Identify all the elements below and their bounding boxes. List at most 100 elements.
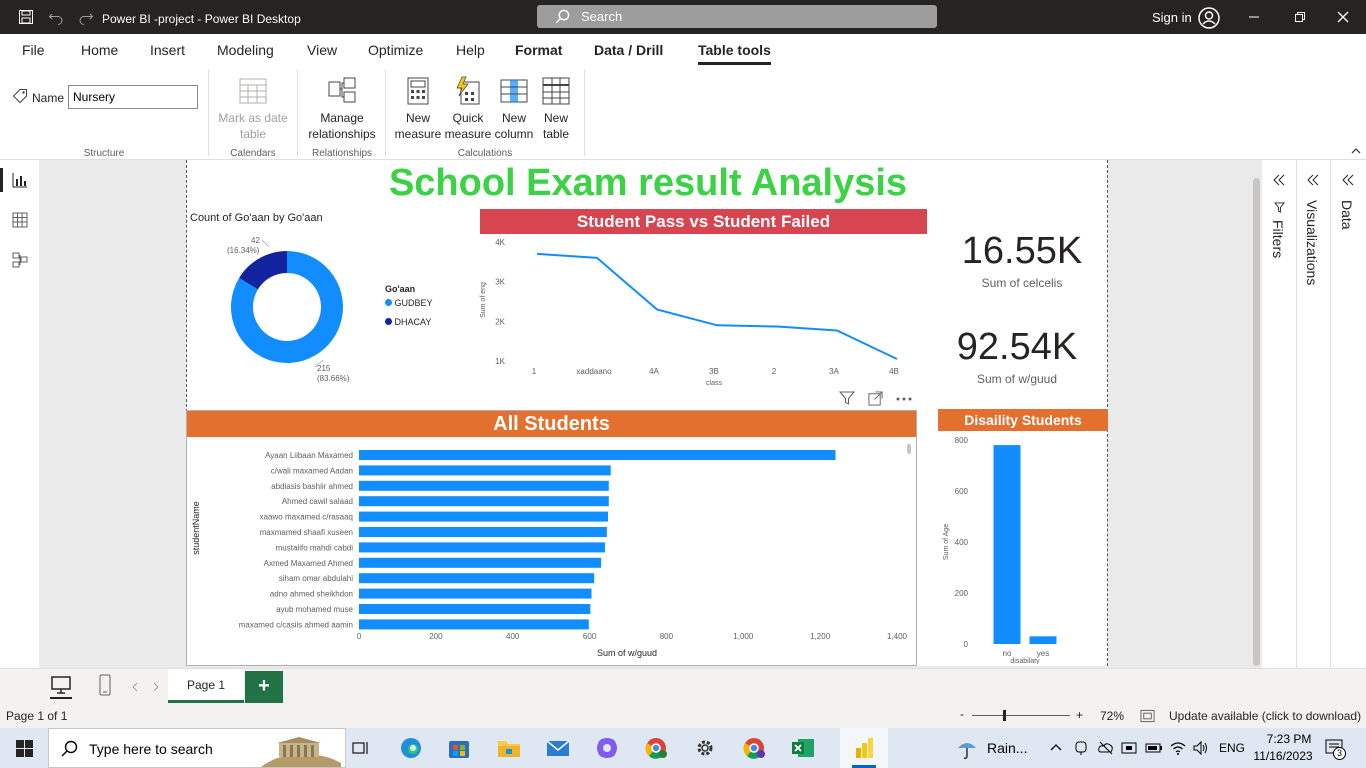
expand-visualizations-icon[interactable] (1307, 174, 1319, 186)
desktop-layout-icon[interactable] (50, 675, 72, 695)
search-box[interactable]: Search (537, 5, 937, 28)
file-explorer-icon[interactable] (496, 736, 522, 760)
tab-insert[interactable]: Insert (150, 42, 185, 58)
bar-scroll-thumb (907, 444, 911, 454)
mail-icon[interactable] (545, 736, 571, 760)
close-icon[interactable] (1337, 11, 1349, 23)
excel-icon[interactable] (790, 736, 816, 760)
new-table-button[interactable]: New table (536, 76, 576, 142)
next-page-icon[interactable] (152, 682, 160, 692)
expand-filters-icon[interactable] (1273, 174, 1285, 186)
visualizations-pane-label[interactable]: Visualizations (1304, 200, 1320, 285)
chrome-profile-icon[interactable] (741, 736, 767, 760)
table-name-input[interactable] (68, 85, 198, 109)
focus-mode-icon[interactable] (868, 391, 883, 406)
more-options-icon[interactable] (895, 396, 913, 402)
account-icon[interactable] (1198, 7, 1220, 29)
minimize-icon[interactable] (1248, 11, 1260, 23)
wifi-icon[interactable] (1170, 740, 1186, 756)
student-bar (359, 527, 607, 537)
legend-item-gudbey[interactable]: GUDBEY (385, 298, 433, 308)
tab-data-drill[interactable]: Data / Drill (594, 42, 663, 58)
line-x-tick: 4A (649, 367, 659, 376)
student-name-label: c/wali maxamed Aadan (271, 466, 353, 475)
prev-page-icon[interactable] (131, 682, 139, 692)
student-name-label: adno ahmed sheikhdon (270, 590, 353, 599)
zoom-out-button[interactable]: - (960, 707, 964, 721)
device-icon[interactable] (1121, 740, 1137, 756)
tab-help[interactable]: Help (456, 42, 485, 58)
mobile-layout-icon[interactable] (98, 674, 112, 696)
students-bar-chart[interactable]: Ayaan Liibaan Maxamed c/wali maxamed Aada… (187, 438, 915, 664)
undo-icon[interactable] (48, 9, 64, 25)
expand-data-icon[interactable] (1342, 174, 1354, 186)
filter-icon[interactable] (839, 390, 855, 406)
tab-optimize[interactable]: Optimize (368, 42, 423, 58)
windows-start-icon[interactable] (16, 740, 33, 757)
store-icon[interactable] (446, 736, 472, 760)
powerbi-taskbar-button[interactable] (840, 728, 888, 768)
title-bar: Power BI -project - Power BI Desktop Sea… (0, 0, 1366, 34)
fit-to-page-icon[interactable] (1140, 709, 1155, 723)
line-x-tick: xaddaano (576, 367, 612, 376)
sign-in-link[interactable]: Sign in (1152, 10, 1192, 25)
cloud-offline-icon[interactable] (1098, 740, 1114, 756)
weather-icon[interactable] (955, 736, 979, 760)
tab-format[interactable]: Format (515, 42, 562, 58)
filters-pane-label[interactable]: Filters (1270, 220, 1286, 258)
save-icon[interactable] (18, 9, 34, 25)
taskbar-search-box[interactable]: Type here to search (48, 728, 346, 768)
weather-text[interactable]: Rain... (987, 740, 1027, 756)
tab-file[interactable]: File (22, 42, 45, 58)
report-view-icon[interactable] (12, 172, 28, 188)
model-view-icon[interactable] (12, 252, 28, 268)
battery-icon[interactable] (1145, 741, 1163, 755)
new-measure-button[interactable]: New measure (394, 76, 442, 142)
restore-icon[interactable] (1294, 11, 1306, 23)
donut-label-value: 42 (251, 236, 260, 245)
tab-table-tools[interactable]: Table tools (698, 42, 771, 65)
chrome-icon[interactable] (643, 736, 669, 760)
task-view-icon[interactable] (352, 740, 370, 756)
disability-bar-chart[interactable]: 0 200 400 600 800 Sum of Age no yesdisabilaty (938, 432, 1108, 664)
canvas-scrollbar[interactable] (1253, 178, 1260, 666)
line-y-axis-label: Sum of eng (480, 282, 487, 318)
copilot-icon[interactable] (594, 736, 620, 760)
legend-item-dhacay[interactable]: DHACAY (385, 317, 431, 327)
line-chart[interactable]: 1K 2K 3K 4K Sum of eng 1 xaddaano 4A 3B 2 3A 4B clas… (477, 234, 917, 390)
redo-icon[interactable] (78, 9, 94, 25)
clock-time[interactable]: 7:23 PM (1262, 732, 1316, 746)
mark-as-date-table-button[interactable]: Mark as date table (214, 76, 292, 142)
table-view-icon[interactable] (12, 212, 28, 228)
volume-icon[interactable] (1193, 740, 1210, 756)
bar-x-tick: 200 (429, 632, 443, 641)
new-column-button[interactable]: New column (492, 76, 536, 142)
settings-gear-icon[interactable] (692, 736, 718, 760)
zoom-slider[interactable] (972, 715, 1070, 716)
update-available-link[interactable]: Update available (click to download) (1169, 709, 1361, 723)
collapse-ribbon-icon[interactable] (1350, 146, 1362, 156)
disability-chart-title: Disaility Students (938, 409, 1108, 431)
edge-icon[interactable] (398, 736, 424, 760)
student-bar (359, 496, 609, 507)
tab-home[interactable]: Home (81, 42, 118, 58)
show-hidden-icons-icon[interactable] (1050, 742, 1062, 752)
line-chart-title: Student Pass vs Student Failed (480, 209, 927, 234)
data-pane-label[interactable]: Data (1339, 200, 1355, 230)
tab-modeling[interactable]: Modeling (217, 42, 274, 58)
new-table-label-1: New (543, 111, 568, 125)
pane-divider (1330, 160, 1331, 668)
manage-relationships-button[interactable]: Manage relationships (304, 76, 380, 142)
new-table-icon (542, 77, 570, 105)
zoom-slider-thumb[interactable] (1003, 710, 1006, 721)
tab-view[interactable]: View (307, 42, 337, 58)
quick-measure-button[interactable]: Quick measure (444, 76, 492, 142)
language-indicator[interactable]: ENG (1219, 741, 1245, 755)
page-tab-page-1[interactable]: Page 1 (168, 669, 244, 703)
meet-now-icon[interactable] (1074, 740, 1088, 756)
search-icon (555, 9, 570, 24)
add-page-button[interactable]: + (245, 671, 283, 703)
calculator-icon (407, 77, 429, 105)
clock-date[interactable]: 11/16/2023 (1250, 749, 1316, 763)
zoom-in-button[interactable]: + (1076, 708, 1083, 722)
